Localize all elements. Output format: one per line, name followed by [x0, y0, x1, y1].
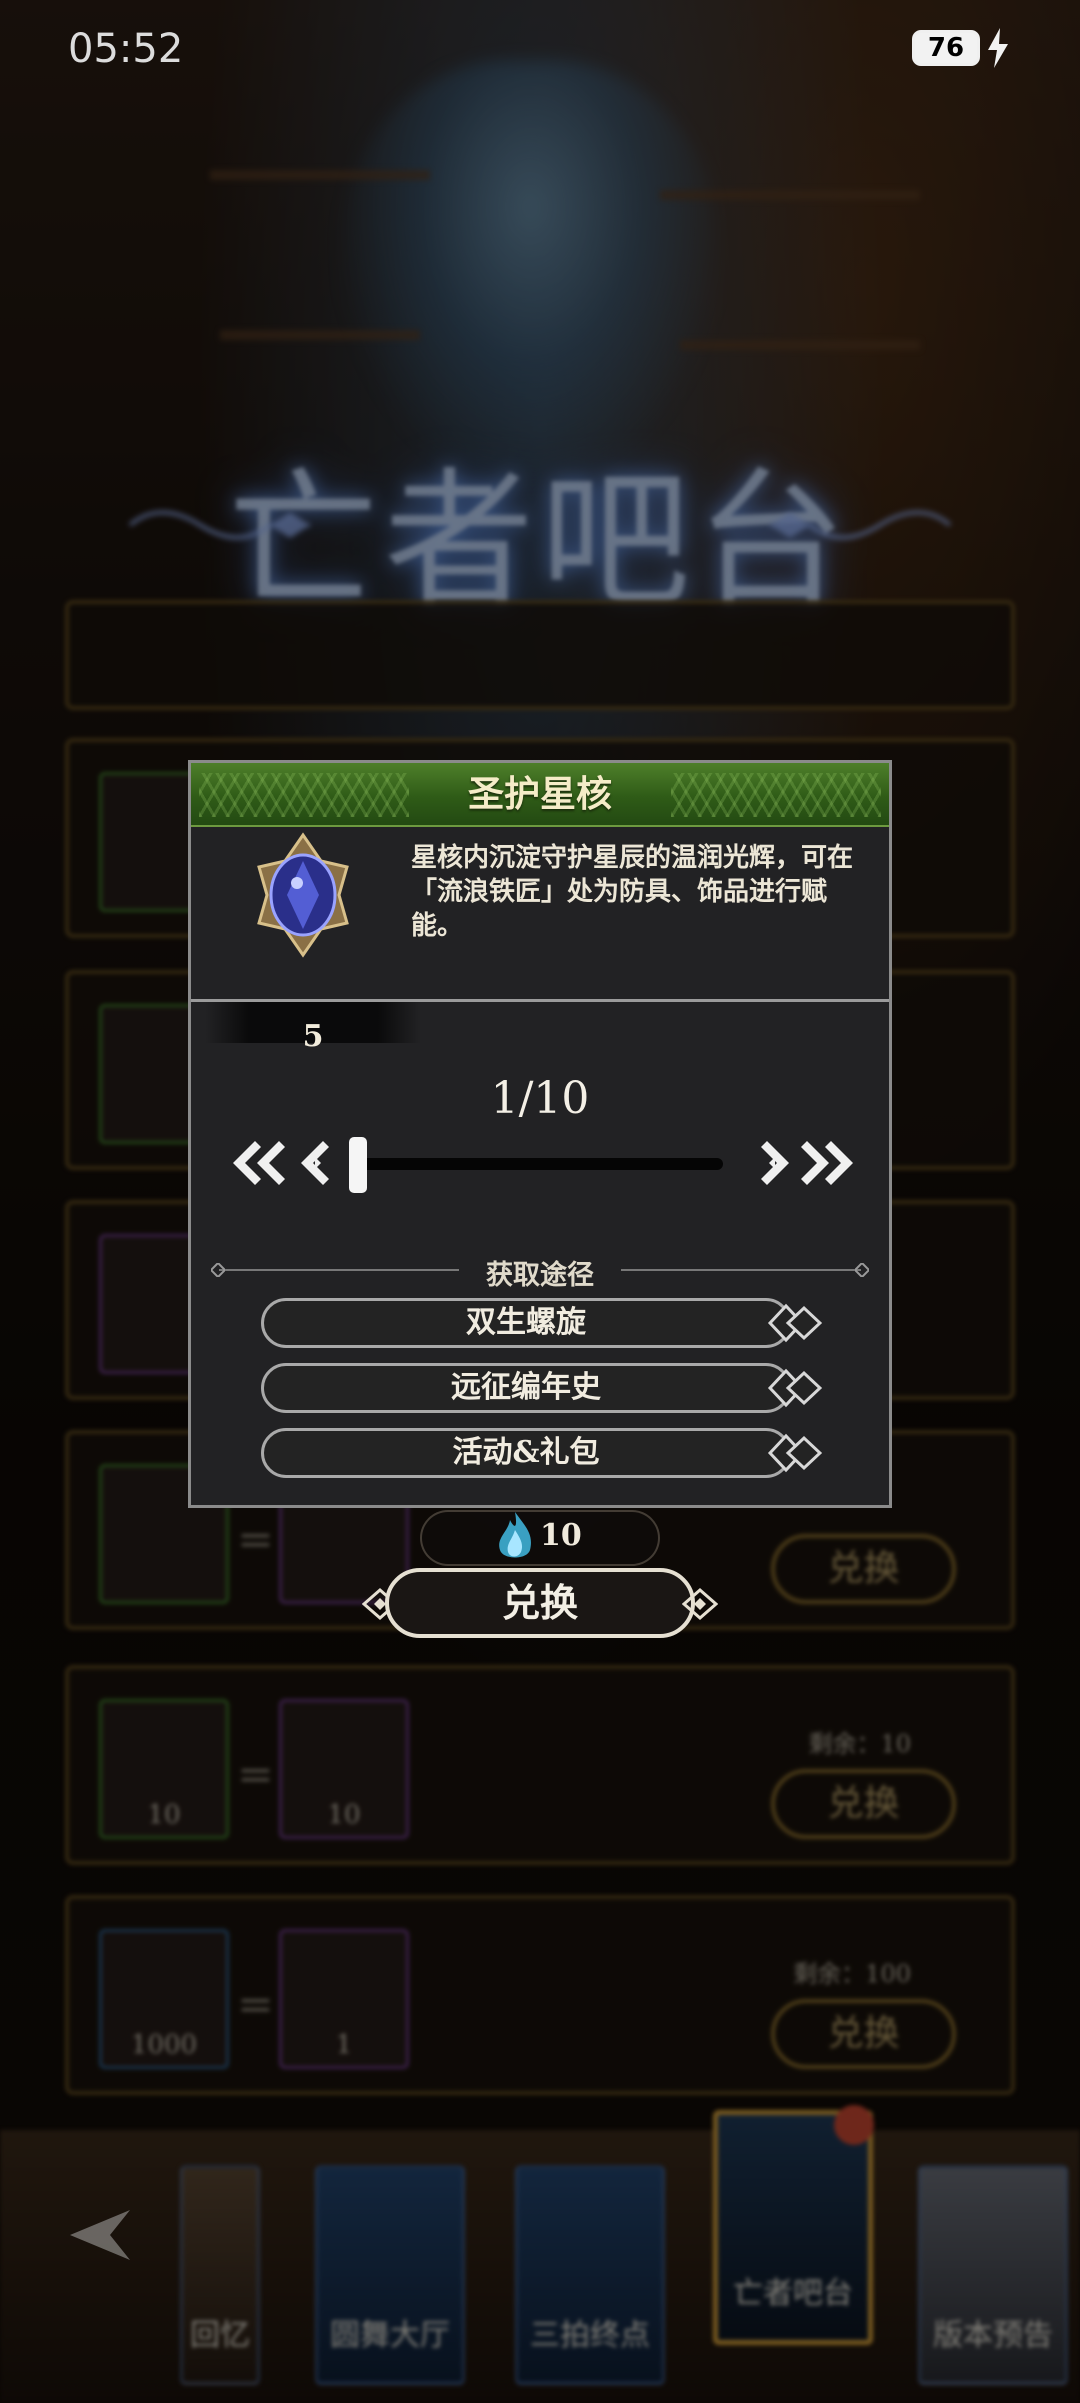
blue-flame-currency-icon: [499, 1512, 531, 1558]
go-arrow-icon: [767, 1368, 822, 1408]
item-preview: 5: [205, 831, 421, 1054]
item-description: 星核内沉淀守护星辰的温润光辉，可在「流浪铁匠」处为防具、饰品进行赋能。: [411, 843, 854, 941]
increase-one-button[interactable]: [741, 1133, 801, 1193]
popup-header: 圣护星核: [191, 763, 889, 827]
source-button-twin-spiral[interactable]: 双生螺旋: [261, 1298, 791, 1348]
item-owned-count: 5: [302, 1019, 324, 1054]
button-ornament-right-icon: [682, 1588, 718, 1620]
go-arrow-icon: [767, 1433, 822, 1473]
sources-header: 获取途径: [486, 1260, 594, 1291]
increase-max-button[interactable]: [799, 1133, 859, 1193]
source-button-expedition-chronicle[interactable]: 远征编年史: [261, 1363, 791, 1413]
quantity-slider-track[interactable]: [353, 1158, 723, 1170]
cost-value: 10: [540, 1518, 582, 1553]
quantity-display: 1/10: [490, 1073, 590, 1124]
decrease-max-button[interactable]: [227, 1133, 287, 1193]
decrease-one-button[interactable]: [289, 1133, 349, 1193]
popup-title: 圣护星核: [467, 773, 612, 815]
status-time: 05:52: [68, 26, 184, 72]
charging-bolt-icon: [988, 28, 1008, 68]
item-detail-popup: 圣护星核 5 星核内沉淀守护星辰的温润光辉，可在「流浪铁匠」处为防具、饰品进行赋…: [188, 760, 892, 1508]
go-arrow-icon: [767, 1303, 822, 1343]
quantity-slider-thumb[interactable]: [349, 1137, 367, 1193]
star-core-gem-icon: [257, 832, 349, 958]
divider: [191, 999, 889, 1002]
source-button-events-bundles[interactable]: 活动&礼包: [261, 1428, 791, 1478]
exchange-button[interactable]: 兑换: [385, 1568, 695, 1638]
battery-indicator: 76: [912, 30, 980, 66]
